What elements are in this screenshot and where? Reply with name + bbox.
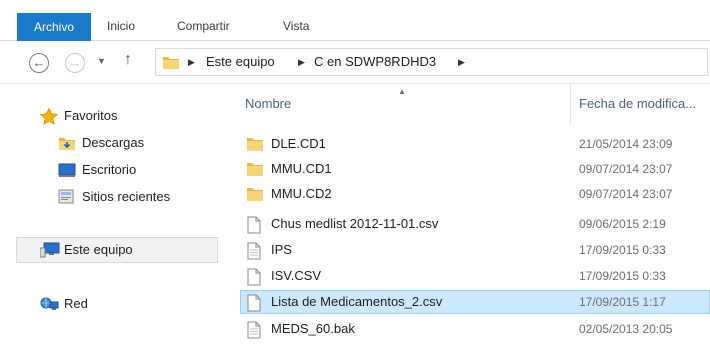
sort-ascending-icon: ▲ [398,87,406,96]
computer-icon [39,242,60,265]
folder-icon [162,54,180,73]
back-button[interactable]: ← [29,53,49,73]
list-item[interactable]: MMU.CD2 09/07/2014 23:07 [240,182,710,206]
navigation-pane: Favoritos Descargas Escritorio Sitios re… [0,84,226,348]
recent-places-icon [58,189,76,212]
nav-label: Descargas [82,135,145,150]
list-item[interactable]: Chus medlist 2012-11-01.csv 09/06/2015 2… [240,212,710,236]
list-item[interactable]: MEDS_60.bak 02/05/2013 20:05 [240,317,710,341]
desktop-icon [58,162,76,185]
recent-locations-dropdown[interactable]: ▼ [97,56,106,66]
folder-icon [246,186,264,205]
file-name: MMU.CD1 [271,161,332,176]
file-name: MMU.CD2 [271,186,332,201]
folder-icon [246,136,264,155]
file-date: 21/05/2014 23:09 [579,137,673,151]
file-name: Chus medlist 2012-11-01.csv [271,216,439,231]
breadcrumb-este-equipo[interactable]: Este equipo [206,54,275,69]
file-date: 17/09/2015 1:17 [579,295,666,309]
file-icon [246,242,262,263]
file-icon [246,216,262,237]
file-icon [246,268,262,289]
nav-label: Red [64,296,88,311]
list-item-selected[interactable]: Lista de Medicamentos_2.csv 17/09/2015 1… [240,290,710,314]
address-bar: ← → ▼ ↑ ▶ Este equipo ▶ C en SDWP8RDHD3 … [0,41,710,84]
file-name: DLE.CD1 [271,136,326,151]
file-date: 09/07/2014 23:07 [579,187,673,201]
nav-label: Favoritos [64,108,118,123]
list-item[interactable]: MMU.CD1 09/07/2014 23:07 [240,157,710,181]
column-header-name[interactable]: Nombre [245,96,291,111]
tab-vista[interactable]: Vista [283,13,309,40]
list-item[interactable]: IPS 17/09/2015 0:33 [240,238,710,262]
file-name: ISV.CSV [271,268,322,283]
chevron-right-icon[interactable]: ▶ [298,57,305,68]
list-item[interactable]: ISV.CSV 17/09/2015 0:33 [240,264,710,288]
tab-archivo[interactable]: Archivo [17,13,91,41]
up-button[interactable]: ↑ [124,51,132,69]
file-name: MEDS_60.bak [271,321,355,336]
path-breadcrumb[interactable]: ▶ Este equipo ▶ C en SDWP8RDHD3 ▶ [155,48,708,76]
star-icon [39,107,59,132]
file-name: IPS [271,242,292,257]
network-icon [40,296,60,319]
column-divider[interactable] [570,84,571,124]
file-date: 17/09/2015 0:33 [579,243,666,257]
tab-compartir[interactable]: Compartir [177,13,230,40]
file-date: 09/07/2014 23:07 [579,162,673,176]
forward-button[interactable]: → [65,53,85,73]
downloads-folder-icon [58,135,76,158]
nav-label: Este equipo [64,242,133,257]
column-header-date[interactable]: Fecha de modifica... [579,96,696,111]
chevron-right-icon[interactable]: ▶ [458,57,465,68]
file-icon [246,294,262,315]
folder-icon [246,161,264,180]
file-list: ▲ Nombre Fecha de modifica... DLE.CD1 21… [226,84,710,348]
nav-label: Sitios recientes [82,189,171,204]
file-name: Lista de Medicamentos_2.csv [271,294,443,309]
ribbon-tabs: Archivo Inicio Compartir Vista [0,0,710,41]
breadcrumb-drive[interactable]: C en SDWP8RDHD3 [314,54,436,69]
file-date: 17/09/2015 0:33 [579,269,666,283]
list-item[interactable]: DLE.CD1 21/05/2014 23:09 [240,132,710,156]
file-icon [246,321,262,342]
tab-inicio[interactable]: Inicio [107,13,135,40]
file-date: 02/05/2013 20:05 [579,322,673,336]
column-header: ▲ Nombre Fecha de modifica... [226,84,710,124]
file-date: 09/06/2015 2:19 [579,217,666,231]
chevron-right-icon[interactable]: ▶ [188,57,195,68]
nav-label: Escritorio [82,162,137,177]
